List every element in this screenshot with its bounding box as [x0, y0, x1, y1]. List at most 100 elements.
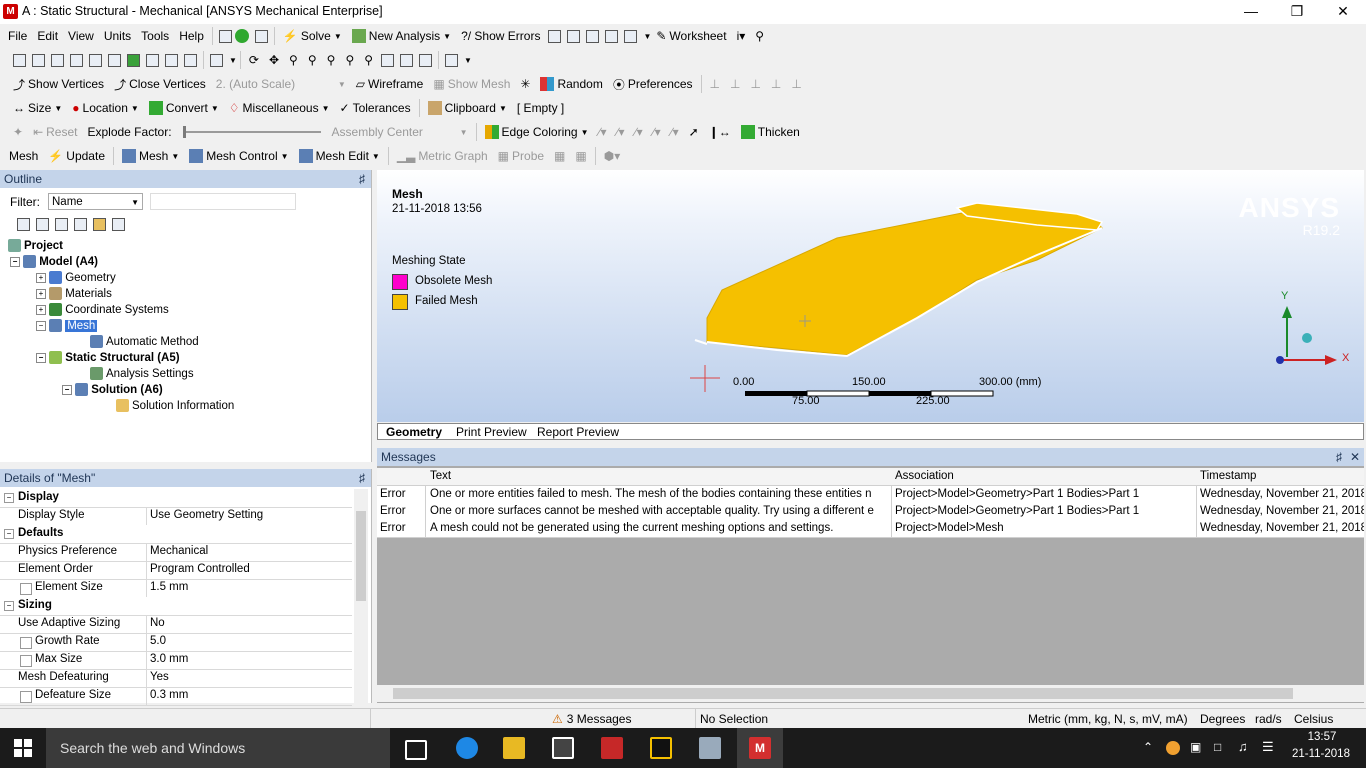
tree-item-solution-information[interactable]: Solution Information — [116, 398, 234, 414]
close-button[interactable]: ✕ — [1320, 0, 1366, 24]
window-app-icon[interactable] — [699, 737, 721, 759]
filter-input[interactable] — [150, 193, 296, 210]
details-row[interactable]: Defeature Size 0.3 mm — [0, 687, 352, 706]
random-button[interactable]: Random — [535, 73, 607, 95]
windows-start-icon[interactable] — [14, 739, 32, 757]
tree-item-materials[interactable]: + Materials — [36, 286, 112, 302]
show-vertices-button[interactable]: ⤴ Show Vertices — [8, 73, 109, 95]
layout-icon[interactable] — [445, 53, 459, 67]
tree-arrow-icon[interactable] — [55, 218, 68, 231]
mesh-control-dropdown[interactable]: Mesh Control ▼ — [184, 145, 293, 167]
scale-select[interactable]: 2. (Auto Scale) ▼ — [211, 73, 351, 95]
body-icon[interactable] — [127, 53, 140, 67]
graph-icon[interactable] — [567, 29, 581, 43]
zoom-box-icon[interactable]: ⚲ — [322, 49, 341, 71]
image-icon[interactable] — [624, 29, 638, 43]
zoom-fit-icon[interactable]: ⚲ — [340, 49, 359, 71]
extend-icon[interactable] — [51, 53, 64, 67]
graphics-viewport[interactable]: Mesh 21-11-2018 13:56 Meshing State Obso… — [377, 170, 1364, 422]
edge-tool-2-icon[interactable]: ∕▾ — [612, 121, 630, 143]
details-group[interactable]: − Sizing — [0, 597, 352, 616]
header-timestamp[interactable]: Timestamp — [1200, 470, 1256, 482]
miscellaneous-button[interactable]: ♢ Miscellaneous ▼ — [224, 97, 335, 119]
folder-icon[interactable] — [93, 218, 106, 231]
pin-icon[interactable]: ➚ — [684, 121, 704, 143]
new-analysis-button[interactable]: New Analysis ▼ — [347, 25, 456, 47]
element-icon[interactable] — [165, 53, 178, 67]
tree-item-geometry[interactable]: + Geometry — [36, 270, 116, 286]
header-association[interactable]: Association — [895, 470, 954, 482]
tab-report-preview[interactable]: Report Preview — [537, 425, 619, 439]
update-icon[interactable] — [254, 29, 268, 43]
snap-icon-1[interactable]: ⊥ — [705, 73, 725, 95]
details-row[interactable]: Max Size 3.0 mm — [0, 651, 352, 670]
tree-item-model[interactable]: − Model (A4) — [10, 254, 98, 270]
volume-icon[interactable]: ♫ — [1238, 739, 1248, 754]
status-messages[interactable]: ⚠ 3 Messages — [552, 712, 631, 726]
property-value[interactable]: 5.0 — [150, 635, 166, 647]
snap-icon-2[interactable]: ⊥ — [725, 73, 745, 95]
menu-help[interactable]: Help — [174, 25, 209, 47]
details-row[interactable]: Growth Rate 5.0 — [0, 633, 352, 652]
thickness-icon[interactable]: ❙↔ — [704, 121, 736, 143]
tree-item-static-structural[interactable]: − Static Structural (A5) — [36, 350, 180, 366]
store-icon[interactable] — [552, 737, 574, 759]
details-row[interactable]: Element Order Program Controlled — [0, 561, 352, 580]
print-icon[interactable] — [419, 53, 433, 67]
details-group[interactable]: − Defaults — [0, 525, 352, 544]
check-icon[interactable] — [234, 29, 249, 43]
edge-tool-1-icon[interactable]: ∕▾ — [594, 121, 612, 143]
vertex-icon[interactable] — [70, 53, 83, 67]
tree-filter-icon[interactable] — [36, 218, 49, 231]
edge-tool-4-icon[interactable]: ∕▾ — [648, 121, 666, 143]
tree-item-solution[interactable]: − Solution (A6) — [62, 382, 163, 398]
status-degrees[interactable]: Degrees — [1200, 712, 1245, 726]
menu-edit[interactable]: Edit — [32, 25, 63, 47]
tree-item-project[interactable]: Project — [8, 238, 63, 254]
probe-text-icon[interactable] — [586, 29, 600, 43]
edge-coloring-button[interactable]: Edge Coloring ▼ — [480, 121, 594, 143]
update-button[interactable]: ⚡ Update — [43, 145, 110, 167]
message-row[interactable]: Error One or more surfaces cannot be mesh… — [377, 503, 1364, 521]
node-icon[interactable] — [146, 53, 159, 67]
pin-icon[interactable]: ♯ — [1336, 448, 1342, 466]
edge-tool-3-icon[interactable]: ∕▾ — [630, 121, 648, 143]
parameter-checkbox[interactable] — [20, 637, 32, 649]
chart-icon[interactable] — [548, 29, 562, 43]
tab-geometry[interactable]: Geometry — [386, 425, 442, 439]
reset-button[interactable]: ⇤ Reset — [28, 121, 82, 143]
annotation-icon[interactable] — [605, 29, 619, 43]
menu-tools[interactable]: Tools — [136, 25, 174, 47]
property-value[interactable]: No — [150, 617, 165, 629]
minimize-button[interactable]: — — [1228, 0, 1274, 24]
convert-button[interactable]: Convert ▼ — [144, 97, 224, 119]
header-text[interactable]: Text — [430, 470, 451, 482]
status-units[interactable]: Metric (mm, kg, N, s, mV, mA) — [1028, 712, 1188, 726]
file-explorer-icon[interactable] — [503, 737, 525, 759]
clipboard-button[interactable]: Clipboard ▼ — [423, 97, 512, 119]
min-icon[interactable]: ▦ — [570, 145, 591, 167]
tree-item-coordinate-systems[interactable]: + Coordinate Systems — [36, 302, 169, 318]
tolerances-button[interactable]: ✓ Tolerances — [335, 97, 416, 119]
close-vertices-button[interactable]: ⤴ Close Vertices — [109, 73, 211, 95]
snap-icon-4[interactable]: ⊥ — [766, 73, 786, 95]
info-button[interactable]: i▾ — [732, 25, 751, 47]
tree-item-mesh[interactable]: − Mesh — [36, 318, 98, 334]
tree-item-automatic-method[interactable]: Automatic Method — [90, 334, 199, 350]
clock-date[interactable]: 21-11-2018 — [1288, 748, 1354, 760]
command-icon[interactable] — [218, 29, 232, 43]
details-row[interactable]: Display Style Use Geometry Setting — [0, 507, 352, 526]
rotate-icon[interactable]: ⟳ — [244, 49, 264, 71]
property-value[interactable]: Mechanical — [150, 545, 208, 557]
location-button[interactable]: ● Location ▼ — [67, 97, 144, 119]
notification-icon[interactable]: ☰ — [1262, 739, 1274, 755]
property-value[interactable]: 3.0 mm — [150, 653, 188, 665]
iso-icon[interactable] — [381, 53, 395, 67]
show-mesh-button[interactable]: ▦ Show Mesh — [428, 73, 515, 95]
max-icon[interactable]: ▦ — [549, 145, 570, 167]
edge-tool-5-icon[interactable]: ∕▾ — [666, 121, 684, 143]
message-row[interactable]: Error One or more entities failed to mesh… — [377, 486, 1364, 504]
property-value[interactable]: Program Controlled — [150, 563, 250, 575]
task-view-icon[interactable] — [405, 740, 427, 760]
menu-file[interactable]: File — [0, 25, 32, 47]
